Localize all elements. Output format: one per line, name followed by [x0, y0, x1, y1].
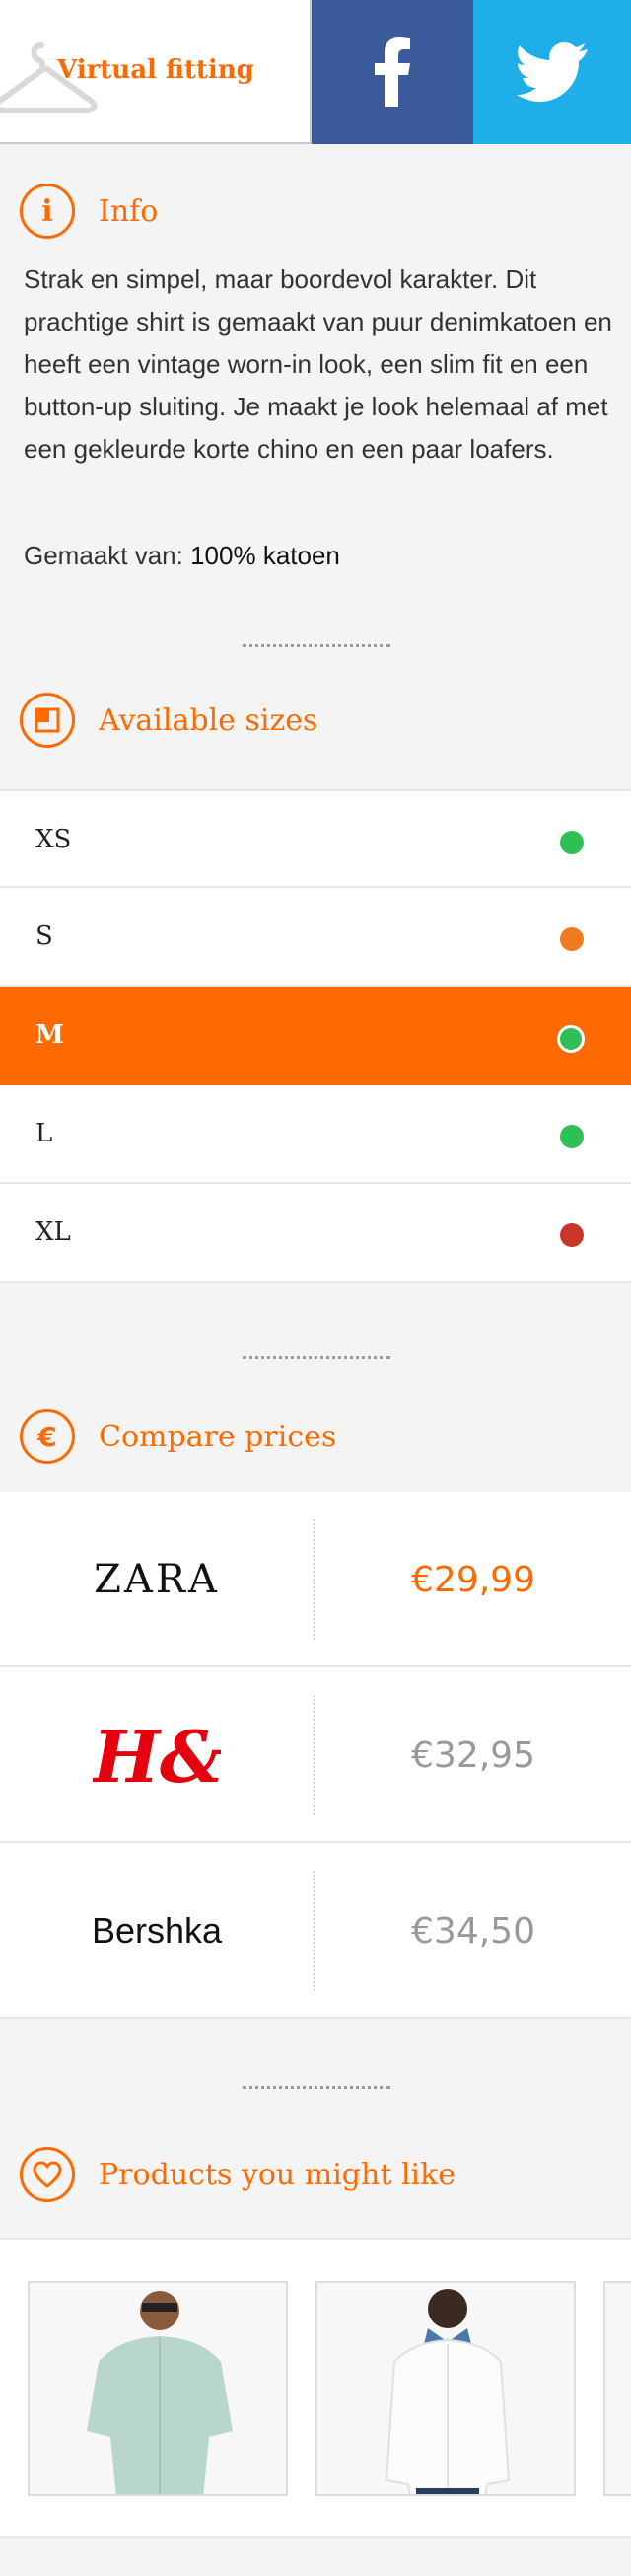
info-icon: i: [20, 184, 75, 239]
size-label: S: [35, 921, 53, 951]
price-row-hm[interactable]: H&M €32,95: [0, 1667, 631, 1843]
top-bar: Virtual fitting: [0, 0, 631, 144]
brand-name: H&M: [93, 1715, 221, 1799]
availability-dot: [560, 1223, 584, 1247]
size-icon: [20, 693, 75, 748]
euro-icon: €: [20, 1409, 75, 1464]
brand-logo: H&M: [0, 1667, 314, 1843]
product-description: Strak en simpel, maar boordevol karakter…: [24, 264, 612, 464]
brand-name: ZARA: [94, 1557, 220, 1602]
product-image: [317, 2283, 574, 2494]
availability-dot: [560, 1125, 584, 1148]
virtual-fitting-button[interactable]: Virtual fitting: [0, 0, 312, 144]
size-label: XS: [35, 825, 72, 854]
heart-icon: [20, 2147, 75, 2202]
price-row-zara[interactable]: ZARA €29,99: [0, 1492, 631, 1667]
sizes-title: Available sizes: [99, 702, 318, 738]
virtual-fitting-label: Virtual fitting: [57, 55, 254, 85]
info-section-header: i Info: [20, 180, 158, 243]
availability-dot: [560, 927, 584, 951]
size-option-m[interactable]: M: [0, 987, 631, 1085]
size-list: XS S M L XL: [0, 789, 631, 1283]
facebook-icon: [375, 37, 410, 107]
products-section-header: Products you might like: [20, 2143, 456, 2206]
size-label: XL: [35, 1217, 71, 1247]
section-divider: [243, 2086, 390, 2089]
sizes-section-header: Available sizes: [20, 689, 317, 752]
material-line: Gemaakt van: 100% katoen: [24, 541, 340, 571]
products-title: Products you might like: [99, 2157, 456, 2192]
brand-name: Bershka: [91, 1910, 223, 1950]
price-comparison-list: ZARA €29,99 H&M €32,95 Bershka €34,50: [0, 1492, 631, 2019]
price-value: €29,99: [411, 1559, 535, 1600]
size-option-xs[interactable]: XS: [0, 789, 631, 888]
brand-logo: Bershka: [0, 1843, 314, 2019]
size-option-l[interactable]: L: [0, 1085, 631, 1184]
product-card[interactable]: [316, 2281, 576, 2496]
size-option-xl[interactable]: XL: [0, 1184, 631, 1283]
twitter-icon: [517, 42, 588, 102]
product-image: [30, 2283, 286, 2494]
size-label: L: [35, 1119, 53, 1148]
facebook-share-button[interactable]: [312, 0, 473, 144]
price-value: €32,95: [411, 1734, 535, 1776]
availability-dot: [560, 831, 584, 854]
product-card[interactable]: [28, 2281, 288, 2496]
twitter-share-button[interactable]: [473, 0, 631, 144]
compare-section-header: € Compare prices: [20, 1405, 336, 1468]
section-divider: [243, 1356, 390, 1359]
hm-logo: H&M: [93, 1715, 221, 1799]
info-title: Info: [99, 193, 159, 229]
price-row-bershka[interactable]: Bershka €34,50: [0, 1843, 631, 2019]
price-value: €34,50: [411, 1910, 535, 1951]
brand-logo: ZARA: [0, 1492, 314, 1667]
size-option-s[interactable]: S: [0, 888, 631, 987]
material-value: 100% katoen: [190, 541, 340, 570]
material-label: Gemaakt van:: [24, 541, 183, 570]
compare-title: Compare prices: [99, 1419, 337, 1454]
product-card[interactable]: [603, 2281, 631, 2496]
product-carousel[interactable]: [0, 2238, 631, 2538]
section-divider: [243, 644, 390, 647]
size-label: M: [35, 1020, 64, 1050]
availability-dot: [557, 1025, 585, 1053]
